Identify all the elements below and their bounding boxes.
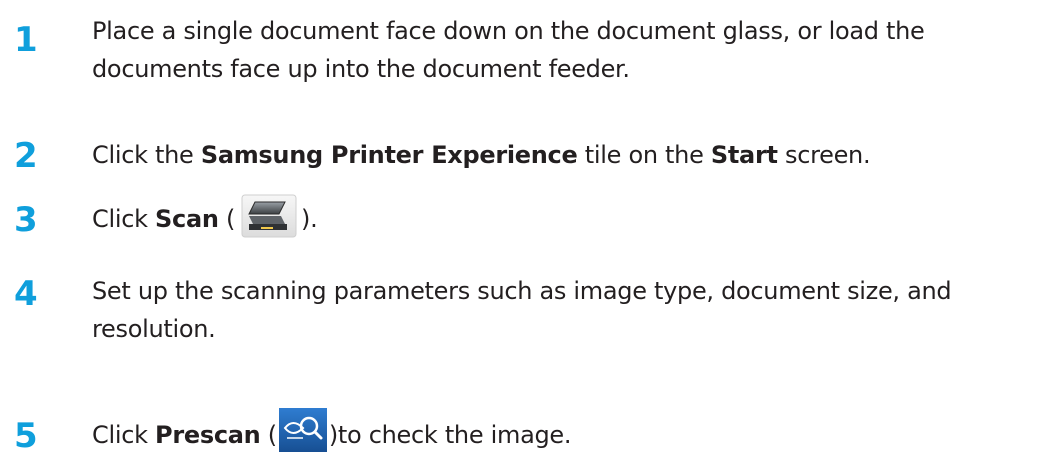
prescan-magnifier-icon: [278, 408, 327, 452]
step-text-part: ).: [301, 205, 318, 233]
scanner-icon: [241, 194, 297, 238]
scan-label: Scan: [155, 205, 219, 233]
step-number: 2: [14, 136, 38, 176]
step-number: 1: [14, 20, 38, 60]
step-number: 3: [14, 200, 38, 240]
step-text-part: Click: [92, 421, 156, 449]
app-name-samsung-printer-experience: Samsung Printer Experience: [200, 141, 578, 169]
step-number: 5: [14, 416, 38, 456]
step-text: Click the Samsung Printer Experience til…: [92, 136, 1042, 174]
step-text: Place a single document face down on the…: [92, 17, 925, 83]
prescan-label: Prescan: [155, 421, 261, 449]
step-text-part: Click the: [92, 141, 201, 169]
step-text-part: Click: [92, 205, 156, 233]
step-text-part: )to check the image.: [328, 421, 572, 449]
step-text-part: screen.: [777, 141, 871, 169]
step-number: 4: [14, 274, 38, 314]
step-text-part: (: [218, 205, 236, 233]
step-text-part: tile on the: [577, 141, 711, 169]
step-text: Click Scan ( ).: [92, 194, 1042, 242]
start-screen-label: Start: [710, 141, 778, 169]
step-text: Click Prescan ( )to check the image.: [92, 408, 1042, 458]
step-text-part: (: [260, 421, 277, 449]
step-text: Set up the scanning parameters such as i…: [92, 277, 952, 343]
